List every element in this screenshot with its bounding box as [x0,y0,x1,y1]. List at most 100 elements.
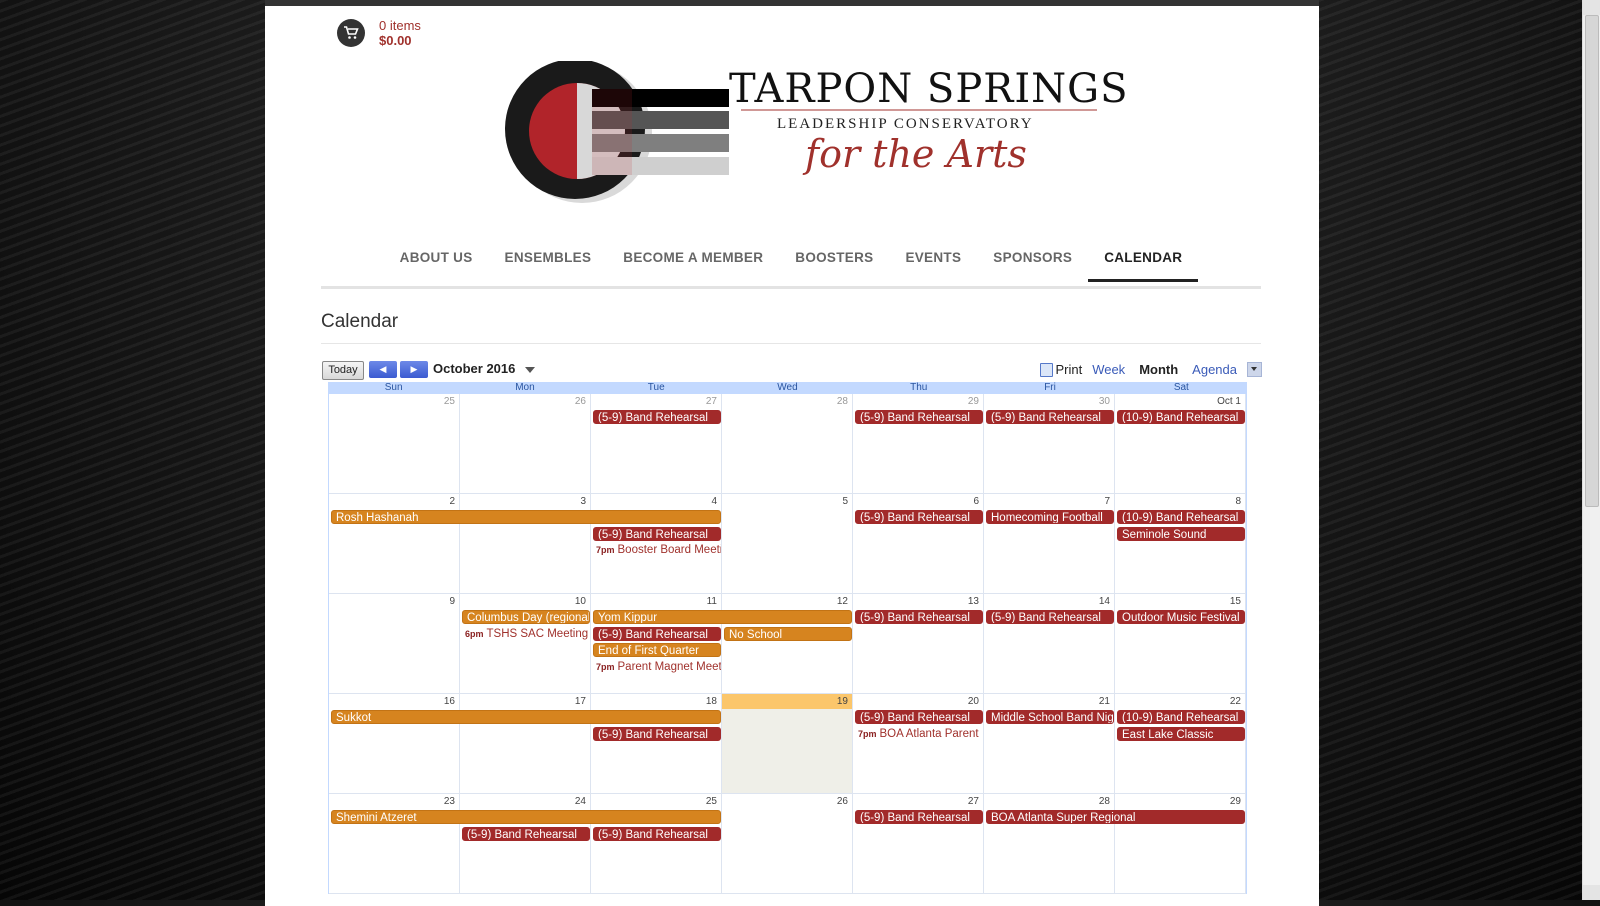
view-dropdown-icon[interactable] [1247,362,1262,377]
scroll-down-arrow-icon[interactable] [1583,885,1600,900]
day-number[interactable]: 11 [707,596,717,607]
day-number[interactable]: 20 [968,696,979,707]
tab-month[interactable]: Month [1135,360,1182,379]
calendar-event[interactable]: (5-9) Band Rehearsal [462,826,590,841]
calendar-day-cell[interactable]: 22 [1115,694,1246,793]
calendar-event[interactable]: Yom Kippur [593,610,852,624]
calendar-day-cell[interactable]: 16 [329,694,460,793]
calendar-event[interactable]: Seminole Sound [1117,526,1245,541]
calendar-day-cell[interactable]: 28 [984,794,1115,893]
calendar-event[interactable]: (5-9) Band Rehearsal [855,410,983,424]
day-number[interactable]: 29 [968,396,979,407]
day-number[interactable]: 21 [1099,696,1110,707]
calendar-day-cell[interactable]: 26 [722,794,853,893]
scroll-up-arrow-icon[interactable] [1583,0,1600,15]
day-number[interactable]: 27 [706,396,717,407]
calendar-day-cell[interactable]: 21 [984,694,1115,793]
calendar-event[interactable]: (5-9) Band Rehearsal [986,610,1114,624]
day-number[interactable]: 2 [449,496,455,507]
calendar-event[interactable]: (10-9) Band Rehearsal [1117,410,1245,424]
calendar-day-cell[interactable]: 13 [853,594,984,693]
day-number[interactable]: 26 [837,796,848,807]
calendar-day-cell[interactable]: 26 [460,394,591,493]
calendar-day-cell[interactable]: 23 [329,794,460,893]
day-number[interactable]: 28 [837,396,848,407]
calendar-day-cell[interactable]: 19 [722,694,853,793]
nav-item-sponsors[interactable]: SPONSORS [977,244,1088,279]
calendar-day-cell[interactable]: 3 [460,494,591,593]
chevron-down-icon[interactable] [525,367,535,373]
timed-event[interactable]: 6pm TSHS SAC Meeting [462,627,590,641]
calendar-day-cell[interactable]: 17 [460,694,591,793]
calendar-event[interactable]: (5-9) Band Rehearsal [593,526,721,541]
calendar-day-cell[interactable]: 24 [460,794,591,893]
calendar-day-cell[interactable]: 25 [591,794,722,893]
prev-month-button[interactable]: ◀ [369,361,397,378]
nav-item-events[interactable]: EVENTS [889,244,977,279]
day-number[interactable]: 14 [1099,596,1110,607]
day-number[interactable]: 9 [449,596,455,607]
calendar-day-cell[interactable]: Oct 1 [1115,394,1246,493]
day-number[interactable]: 25 [444,396,455,407]
day-number[interactable]: 13 [968,596,979,607]
day-number[interactable]: 18 [706,696,717,707]
calendar-event[interactable]: BOA Atlanta Super Regional [986,810,1245,824]
calendar-day-cell[interactable]: 25 [329,394,460,493]
day-number[interactable]: 27 [968,796,979,807]
shopping-cart-icon[interactable] [337,19,365,47]
calendar-event[interactable]: (5-9) Band Rehearsal [855,810,983,824]
calendar-day-cell[interactable]: 9 [329,594,460,693]
current-month-label[interactable]: October 2016 [433,361,515,376]
today-button[interactable]: Today [322,361,364,380]
next-month-button[interactable]: ▶ [400,361,428,378]
calendar-event[interactable]: (5-9) Band Rehearsal [593,626,721,641]
day-number[interactable]: 26 [575,396,586,407]
calendar-day-cell[interactable]: 30 [984,394,1115,493]
calendar-day-cell[interactable]: 7 [984,494,1115,593]
timed-event[interactable]: 7pmBooster Board Meeting [593,543,721,557]
calendar-event[interactable]: Homecoming Football [986,510,1114,524]
calendar-day-cell[interactable]: 28 [722,394,853,493]
print-button[interactable]: Print [1040,362,1082,377]
calendar-event[interactable]: (5-9) Band Rehearsal [593,826,721,841]
day-number[interactable]: 8 [1235,496,1241,507]
day-number[interactable]: Oct 1 [1217,396,1241,407]
calendar-day-cell[interactable]: 20 [853,694,984,793]
calendar-event[interactable]: Columbus Day (regional) [462,610,590,624]
tab-week[interactable]: Week [1088,360,1129,379]
calendar-day-cell[interactable]: 6 [853,494,984,593]
tab-agenda[interactable]: Agenda [1188,360,1241,379]
calendar-day-cell[interactable]: 10 [460,594,591,693]
calendar-event[interactable]: (5-9) Band Rehearsal [593,410,721,424]
calendar-event[interactable]: End of First Quarter [593,643,721,657]
cart-item-count[interactable]: 0 items [379,18,421,33]
calendar-day-cell[interactable]: 29 [1115,794,1246,893]
day-number[interactable]: 4 [711,496,717,507]
day-number[interactable]: 30 [1099,396,1110,407]
calendar-event[interactable]: Sukkot [331,710,721,724]
day-number[interactable]: 17 [575,696,586,707]
calendar-day-cell[interactable]: 27 [853,794,984,893]
calendar-event[interactable]: (5-9) Band Rehearsal [855,610,983,624]
calendar-event[interactable]: Outdoor Music Festival [1117,610,1245,624]
day-number[interactable]: 5 [842,496,848,507]
calendar-event[interactable]: (10-9) Band Rehearsal [1117,510,1245,524]
calendar-event[interactable]: Middle School Band Night [986,710,1114,724]
nav-item-calendar[interactable]: CALENDAR [1088,244,1199,282]
day-number[interactable]: 6 [973,496,979,507]
day-number[interactable]: 10 [575,596,586,607]
day-number[interactable]: 19 [837,696,848,707]
calendar-event[interactable]: (5-9) Band Rehearsal [855,710,983,724]
nav-item-boosters[interactable]: BOOSTERS [779,244,889,279]
scrollbar-thumb[interactable] [1585,15,1599,507]
day-number[interactable]: 12 [837,596,848,607]
calendar-day-cell[interactable]: 29 [853,394,984,493]
day-number[interactable]: 23 [444,796,455,807]
calendar-event[interactable]: (5-9) Band Rehearsal [855,510,983,524]
nav-item-about-us[interactable]: ABOUT US [384,244,489,279]
nav-item-ensembles[interactable]: ENSEMBLES [489,244,608,279]
calendar-event[interactable]: (5-9) Band Rehearsal [986,410,1114,424]
calendar-day-cell[interactable]: 18 [591,694,722,793]
calendar-day-cell[interactable]: 14 [984,594,1115,693]
calendar-event[interactable]: No School [724,626,852,641]
